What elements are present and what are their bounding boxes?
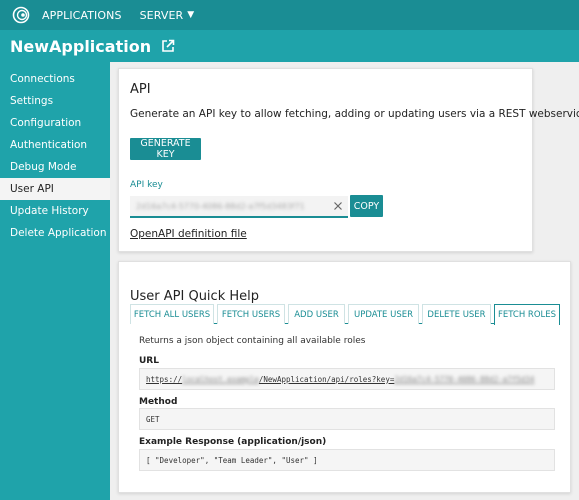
api-heading: API: [130, 82, 151, 97]
tab-fetch-all-users[interactable]: FETCH ALL USERS: [130, 304, 214, 324]
copy-button[interactable]: COPY: [350, 195, 383, 217]
quick-help-heading: User API Quick Help: [130, 289, 259, 304]
url-prefix: https://: [146, 374, 183, 384]
sidebar-item-update-history[interactable]: Update History: [0, 200, 110, 222]
sidebar-item-authentication[interactable]: Authentication: [0, 134, 110, 156]
tab-description: Returns a json object containing all ava…: [139, 336, 366, 346]
quick-help-tabs: FETCH ALL USERS FETCH USERS ADD USER UPD…: [130, 304, 560, 325]
tab-fetch-users[interactable]: FETCH USERS: [217, 304, 285, 324]
clear-icon[interactable]: [332, 200, 344, 212]
api-description: Generate an API key to allow fetching, a…: [130, 108, 579, 120]
response-label: Example Response (application/json): [139, 437, 327, 447]
app-header: NewApplication: [0, 30, 579, 62]
tab-delete-user[interactable]: DELETE USER: [422, 304, 491, 324]
url-path: /NewApplication/api/roles?key=: [258, 374, 395, 384]
caret-down-icon: ▼: [187, 10, 195, 20]
sidebar: Connections Settings Configuration Authe…: [0, 62, 110, 500]
tab-update-user[interactable]: UPDATE USER: [348, 304, 419, 324]
method-code-box: GET: [139, 408, 555, 430]
url-host-masked: localhost.example: [182, 374, 259, 384]
method-label: Method: [139, 397, 178, 407]
nav-server-label: SERVER: [139, 8, 184, 22]
sidebar-item-connections[interactable]: Connections: [0, 68, 110, 90]
response-code-box: [ "Developer", "Team Leader", "User" ]: [139, 449, 555, 471]
api-key-label: API key: [130, 180, 163, 190]
external-link-icon[interactable]: [161, 39, 175, 53]
sidebar-item-user-api[interactable]: User API: [0, 178, 110, 200]
url-key-masked: 2d16a7c4-5770-4086-88d2-a7f5d34: [394, 374, 535, 384]
url-code-box: https://localhost.example/NewApplication…: [139, 368, 555, 390]
page-title: NewApplication: [10, 36, 152, 56]
top-bar: APPLICATIONS SERVER ▼: [0, 0, 579, 30]
generate-key-button[interactable]: GENERATE KEY: [130, 138, 201, 160]
method-value: GET: [146, 414, 160, 424]
openapi-definition-link[interactable]: OpenAPI definition file: [130, 228, 247, 240]
nav-applications[interactable]: APPLICATIONS: [42, 9, 122, 22]
sidebar-item-delete-application[interactable]: Delete Application: [0, 222, 110, 244]
nav-applications-label: APPLICATIONS: [42, 8, 122, 22]
nav-server-dropdown[interactable]: SERVER ▼: [140, 9, 195, 22]
api-key-field: [130, 196, 348, 218]
quick-help-card: User API Quick Help FETCH ALL USERS FETC…: [118, 261, 571, 493]
api-key-input[interactable]: [136, 201, 326, 211]
sidebar-item-debug-mode[interactable]: Debug Mode: [0, 156, 110, 178]
url-label: URL: [139, 356, 159, 366]
sidebar-item-configuration[interactable]: Configuration: [0, 112, 110, 134]
logo-icon[interactable]: [12, 6, 30, 24]
response-value: [ "Developer", "Team Leader", "User" ]: [146, 455, 318, 465]
tab-fetch-roles[interactable]: FETCH ROLES: [494, 304, 560, 325]
sidebar-item-settings[interactable]: Settings: [0, 90, 110, 112]
tab-add-user[interactable]: ADD USER: [288, 304, 345, 324]
api-card: API Generate an API key to allow fetchin…: [118, 68, 579, 252]
